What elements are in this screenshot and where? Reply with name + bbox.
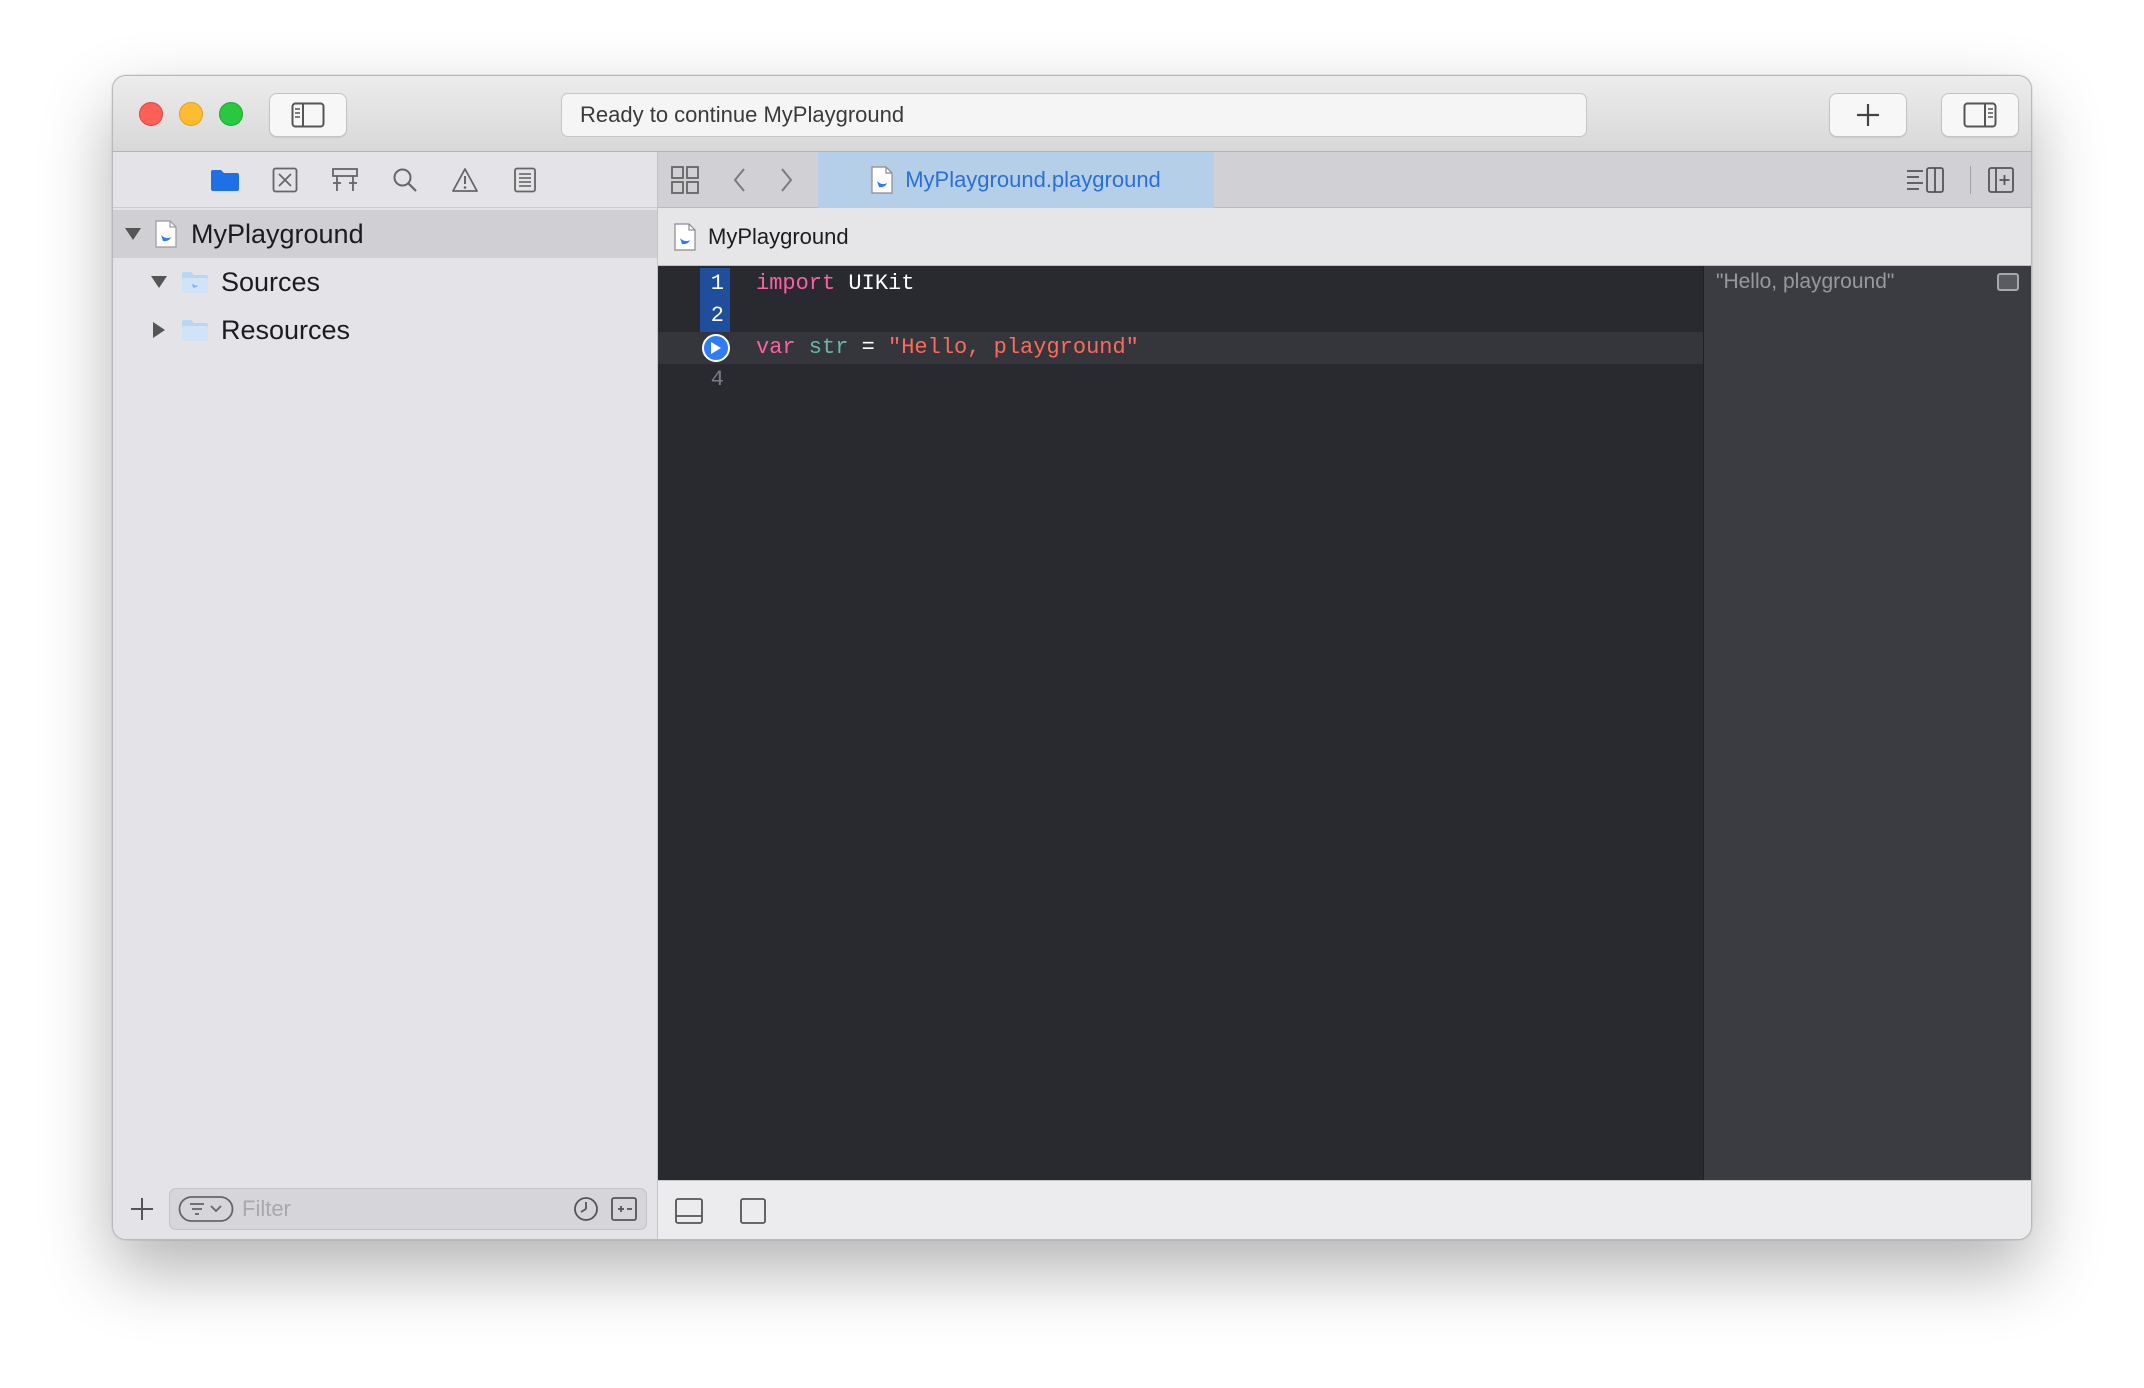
line-number: 4 (710, 367, 724, 392)
source-control-status-icon[interactable] (610, 1195, 638, 1223)
filter-options-icon[interactable] (178, 1195, 234, 1223)
tree-item-sources[interactable]: Sources (113, 258, 657, 306)
add-file-button[interactable] (129, 1196, 155, 1227)
tree-item-myplayground[interactable]: MyPlayground (113, 210, 657, 258)
issue-navigator-tab[interactable] (449, 164, 481, 196)
plus-icon (1857, 104, 1879, 126)
line-number: 2 (700, 300, 730, 332)
folder-icon (182, 272, 208, 293)
swift-file-icon (871, 166, 893, 194)
activity-viewer: Ready to continue MyPlayground (561, 93, 1587, 137)
recent-files-icon[interactable] (572, 1195, 600, 1223)
minimize-window-button[interactable] (179, 102, 203, 126)
code-line: 1 import UIKit (658, 268, 1703, 300)
sidebar-left-icon (291, 102, 325, 128)
report-navigator-tab[interactable] (509, 164, 541, 196)
run-playground-icon[interactable] (738, 1197, 768, 1225)
result-row: "Hello, playground" (1704, 266, 2031, 298)
plus-icon (131, 1198, 153, 1220)
filter-input[interactable] (242, 1196, 542, 1222)
title-bar: Ready to continue MyPlayground (113, 76, 2031, 152)
report-icon (514, 167, 536, 192)
toggle-debug-area-icon[interactable] (674, 1197, 704, 1225)
disclosure-triangle-expanded-icon[interactable] (123, 224, 143, 244)
tree-item-label: Sources (221, 266, 321, 297)
tree-item-label: Resources (221, 314, 351, 345)
code-editor[interactable]: 1 import UIKit 2 var str = "Hello, playg… (658, 266, 1703, 1180)
navigator-footer (113, 1180, 657, 1239)
related-items-grid-icon[interactable] (670, 165, 700, 195)
symbol-navigator-tab[interactable] (329, 164, 361, 196)
tab-label: MyPlayground.playground (905, 167, 1161, 192)
zoom-window-button[interactable] (219, 102, 243, 126)
run-to-line-button[interactable] (702, 334, 730, 362)
code-line: 2 (658, 300, 1703, 332)
tree-item-label: MyPlayground (191, 218, 364, 249)
search-icon (393, 168, 417, 192)
toggle-inspector-button[interactable] (1941, 93, 2019, 137)
toggle-navigator-button[interactable] (269, 93, 347, 137)
close-window-button[interactable] (139, 102, 163, 126)
find-navigator-tab[interactable] (389, 164, 421, 196)
code-text: import UIKit (756, 271, 915, 296)
tab-myplayground[interactable]: MyPlayground.playground (818, 152, 1214, 208)
project-navigator: MyPlayground Sources Resources Filter (113, 152, 658, 1239)
show-result-toggle[interactable] (1997, 273, 2019, 291)
tree-item-resources[interactable]: Resources (113, 306, 657, 354)
file-tree: MyPlayground Sources Resources (113, 208, 657, 354)
back-chevron-icon[interactable] (730, 166, 750, 194)
swift-file-icon (155, 220, 177, 248)
xcode-window: Ready to continue MyPlayground MyPlaygro… (112, 75, 2032, 1240)
toolbar-divider (1970, 166, 1971, 194)
activity-text: Ready to continue MyPlayground (580, 102, 905, 127)
line-number: 1 (700, 268, 730, 300)
hierarchy-icon (332, 167, 358, 191)
folder-icon (211, 169, 239, 191)
disclosure-triangle-collapsed-icon[interactable] (149, 320, 169, 340)
results-sidebar: "Hello, playground" (1703, 266, 2031, 1180)
jump-bar[interactable]: MyPlayground (658, 208, 2031, 266)
folder-icon (182, 320, 208, 341)
code-text: var str = "Hello, playground" (756, 335, 1139, 360)
forward-chevron-icon[interactable] (776, 166, 796, 194)
library-add-button[interactable] (1829, 93, 1907, 137)
result-value: "Hello, playground" (1716, 270, 1895, 293)
source-control-navigator-tab[interactable] (269, 164, 301, 196)
navigator-toolbar (113, 152, 657, 208)
code-line-current: var str = "Hello, playground" (658, 332, 1703, 364)
add-editor-icon[interactable] (1987, 166, 2015, 194)
sidebar-right-icon (1963, 102, 1997, 128)
editor-area: MyPlayground.playground MyPlayground 1 i… (658, 152, 2031, 1239)
project-navigator-tab[interactable] (209, 164, 241, 196)
warning-icon (452, 167, 478, 192)
code-line: 4 (658, 364, 1703, 396)
tab-bar: MyPlayground.playground (658, 152, 2031, 208)
disclosure-triangle-expanded-icon[interactable] (149, 272, 169, 292)
filter-field (169, 1188, 647, 1230)
play-icon (711, 342, 721, 354)
jump-bar-label: MyPlayground (708, 223, 849, 249)
swift-file-icon (674, 222, 696, 251)
editor-options-icon[interactable] (1905, 166, 1945, 194)
source-control-icon (272, 167, 298, 192)
debug-bar (658, 1180, 2031, 1239)
